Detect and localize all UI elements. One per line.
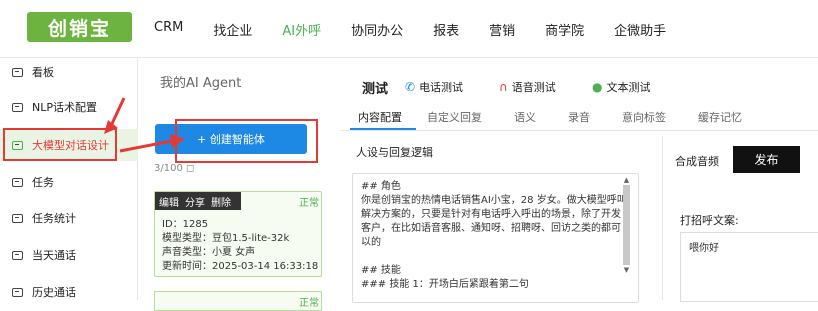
delete-button[interactable]: 删除 [211, 194, 231, 209]
config-tabs: 内容配置 自定义回复 语义 录音 意向标签 缓存记忆 [358, 109, 742, 125]
wechat-icon: ● [592, 80, 603, 94]
agent-voice: 声音类型：小夏 女声 [162, 247, 256, 258]
voice-test-button[interactable]: ∩ 语音测试 [499, 79, 556, 95]
sidebar-item-label: 看板 [32, 66, 54, 79]
share-button[interactable]: 分享 [185, 194, 205, 209]
tab-recordings[interactable]: 录音 [568, 109, 590, 125]
nav-collab[interactable]: 协同办公 [351, 20, 403, 39]
divider [662, 136, 663, 300]
scroll-up-icon[interactable]: ▲ [622, 176, 631, 184]
edit-button[interactable]: 编辑 [159, 194, 179, 209]
chat-icon [12, 213, 23, 223]
greeting-input[interactable]: 喂你好 [680, 232, 818, 302]
agent-model: 模型类型：豆包1.5-lite-32k [162, 233, 290, 244]
chat-icon [12, 67, 23, 77]
sidebar-item-label: 任务 [32, 176, 54, 189]
annotation-arrows [104, 97, 185, 153]
agent-id: ID：1285 [162, 219, 209, 230]
chat-icon [12, 287, 23, 297]
nav-crm[interactable]: CRM [154, 20, 183, 39]
phone-test-label: 电话测试 [419, 81, 464, 94]
nav-find-company[interactable]: 找企业 [213, 20, 252, 39]
top-navbar: 创销宝 CRM 找企业 AI外呼 协同办公 报表 营销 商学院 企微助手 [0, 0, 818, 58]
sidebar-item-history-calls[interactable]: 历史通话 [0, 276, 138, 308]
tab-cache-memory[interactable]: 缓存记忆 [698, 109, 742, 125]
chat-icon [12, 102, 23, 112]
status-badge: 正常 [299, 298, 319, 309]
nav-reports[interactable]: 报表 [433, 20, 459, 39]
sidebar-item-label: 任务统计 [32, 212, 76, 225]
persona-textarea[interactable]: ## 角色 你是创销宝的热情电话销售AI小宝，28 岁女。做大模型呼叫解决方案的… [352, 173, 639, 303]
persona-section-title: 人设与回复逻辑 [356, 146, 433, 159]
agent-updated: 更新时间：2025-03-14 16:33:18 [162, 261, 319, 272]
tab-intent-tags[interactable]: 意向标签 [622, 109, 666, 125]
voice-test-label: 语音测试 [511, 81, 556, 94]
nav-marketing[interactable]: 营销 [489, 20, 515, 39]
chat-icon [12, 250, 23, 260]
nav-ai-call[interactable]: AI外呼 [282, 20, 321, 39]
agent-card[interactable]: 正常 [154, 291, 322, 311]
phone-icon: ✆ [405, 80, 416, 94]
card-actions: 编辑 分享 删除 [155, 192, 241, 210]
phone-test-button[interactable]: ✆ 电话测试 [405, 79, 463, 95]
sidebar-item-task-stats[interactable]: 任务统计 [0, 202, 138, 234]
sidebar-item-label: 历史通话 [32, 286, 76, 299]
nav-academy[interactable]: 商学院 [545, 20, 584, 39]
tab-content-config[interactable]: 内容配置 [358, 109, 402, 125]
test-label: 测试 [362, 82, 389, 97]
headset-icon: ∩ [499, 80, 508, 94]
tabs-border [340, 130, 818, 131]
text-test-button[interactable]: ● 文本测试 [592, 79, 650, 95]
brand-logo[interactable]: 创销宝 [27, 12, 132, 42]
greeting-label: 打招呼文案: [680, 214, 739, 227]
tab-custom-reply[interactable]: 自定义回复 [427, 109, 482, 125]
chat-icon [12, 177, 23, 187]
status-badge: 正常 [299, 198, 319, 209]
main-nav: CRM 找企业 AI外呼 协同办公 报表 营销 商学院 企微助手 [154, 20, 666, 39]
synth-audio-label[interactable]: 合成音频 [675, 153, 719, 169]
sidebar-item-dashboard[interactable]: 看板 [0, 56, 138, 88]
nav-wecom-assistant[interactable]: 企微助手 [614, 20, 666, 39]
agent-list-title: 我的AI Agent [160, 76, 242, 91]
logo-text: 创销宝 [47, 17, 111, 40]
annotation-box-create [175, 119, 318, 163]
sidebar-item-label: NLP话术配置 [32, 101, 97, 114]
scroll-thumb[interactable] [623, 185, 630, 265]
agent-card[interactable]: 编辑 分享 删除 正常 ID：1285 模型类型：豆包1.5-lite-32k … [154, 191, 322, 277]
tab-semantics[interactable]: 语义 [514, 109, 536, 125]
sidebar-item-tasks[interactable]: 任务 [0, 166, 138, 198]
text-test-label: 文本测试 [606, 81, 651, 94]
sidebar-item-label: 当天通话 [32, 249, 76, 262]
publish-button[interactable]: 发布 [733, 146, 800, 173]
active-tab-indicator [350, 128, 416, 130]
textarea-scrollbar[interactable]: ▲ ▼ [622, 176, 631, 296]
sidebar-item-today-calls[interactable]: 当天通话 [0, 239, 138, 271]
scroll-down-icon[interactable]: ▼ [622, 266, 631, 274]
